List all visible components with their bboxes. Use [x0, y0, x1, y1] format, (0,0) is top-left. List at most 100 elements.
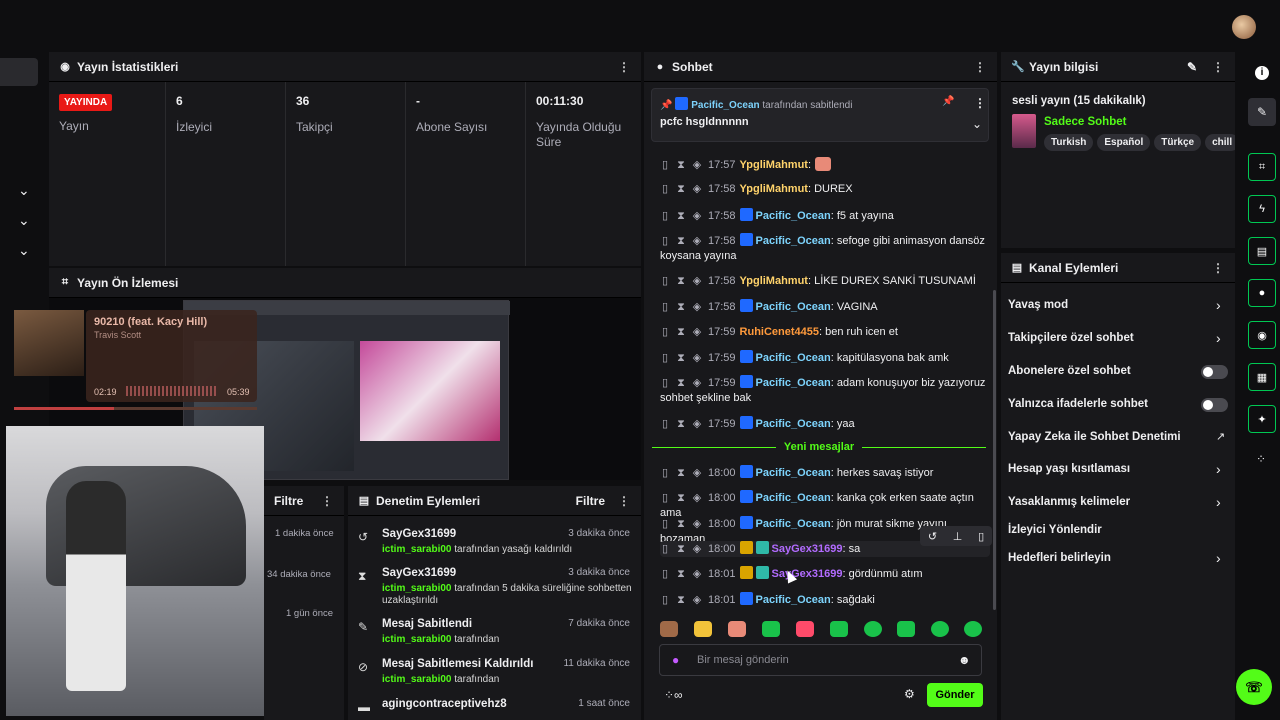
chat-message[interactable]: ▯ ⧗ ◈ 18:01 SayGex31699: gördünmü atım	[660, 566, 990, 582]
trash-icon[interactable]: ▯	[660, 417, 670, 432]
emote-icon[interactable]	[830, 621, 848, 637]
shield-icon[interactable]: ◈	[692, 300, 702, 315]
user-avatar[interactable]	[1232, 15, 1256, 39]
category-link[interactable]: Sadece Sohbet	[1044, 116, 1126, 128]
message-username[interactable]: Pacific_Ocean	[756, 377, 831, 389]
trash-icon[interactable]: ▯	[660, 351, 670, 366]
shield-icon[interactable]: ◈	[692, 376, 702, 391]
shield-icon[interactable]: ◈	[692, 351, 702, 366]
message-username[interactable]: Pacific_Ocean	[756, 518, 831, 530]
message-username[interactable]: Pacific_Ocean	[756, 594, 831, 606]
shield-icon[interactable]: ◈	[692, 209, 702, 224]
chat-message[interactable]: ▯ ⧗ ◈ 17:59 RuhiCenet4455: ben ruh icen et	[660, 325, 990, 340]
chat-scrollbar[interactable]	[993, 290, 996, 610]
undo-icon[interactable]: ↺	[928, 530, 937, 543]
chevron-right-icon[interactable]: ›	[1216, 330, 1221, 346]
tag[interactable]: Türkçe	[1154, 134, 1202, 151]
tag[interactable]: chill	[1205, 134, 1235, 151]
trash-icon[interactable]: ▯	[660, 300, 670, 315]
chat-message[interactable]: ▯ ⧗ ◈ 17:58 YpgliMahmut: LİKE DUREX SANKİ TU…	[660, 274, 990, 289]
shield-icon[interactable]: ◈	[692, 234, 702, 249]
emote-icon[interactable]	[660, 621, 678, 637]
mod-actor[interactable]: ictim_sarabi00	[382, 674, 452, 685]
sidebar-stub[interactable]	[0, 58, 38, 86]
trash-icon[interactable]: ▯	[660, 274, 670, 289]
broadcast-icon[interactable]: ◉	[1248, 321, 1276, 349]
pin-icon[interactable]: 📌	[942, 96, 954, 107]
message-username[interactable]: Pacific_Ocean	[756, 210, 831, 222]
timeout-icon[interactable]: ⧗	[676, 182, 686, 197]
trash-icon[interactable]: ▯	[660, 567, 670, 582]
timeout-icon[interactable]: ⧗	[676, 466, 686, 481]
message-username[interactable]: Pacific_Ocean	[756, 492, 831, 504]
timeout-icon[interactable]: ⧗	[676, 351, 686, 366]
mod-item[interactable]: ↺ SayGex31699 3 dakika önce ictim_sarabi…	[358, 528, 638, 564]
timeout-icon[interactable]: ⧗	[676, 593, 686, 608]
trash-icon[interactable]: ▯	[660, 491, 670, 506]
trash-icon[interactable]: ▯	[660, 158, 670, 173]
external-link-icon[interactable]: ↗	[1216, 430, 1225, 443]
shield-icon[interactable]: ◈	[692, 182, 702, 197]
mod-actor[interactable]: ictim_sarabi00	[382, 583, 452, 594]
timeout-icon[interactable]: ⧗	[676, 417, 686, 432]
chat-message[interactable]: ▯ ⧗ ◈ 17:58 Pacific_Ocean: f5 at yayına	[660, 208, 990, 224]
message-username[interactable]: Pacific_Ocean	[756, 301, 831, 313]
list-icon[interactable]: ▤	[1248, 237, 1276, 265]
trash-icon[interactable]: ▯	[660, 234, 670, 249]
timeout-icon[interactable]: ⧗	[676, 376, 686, 391]
timeout-icon[interactable]: ⧗	[676, 158, 686, 173]
timeout-icon[interactable]: ⧗	[676, 567, 686, 582]
emotes-only-toggle[interactable]	[1201, 398, 1228, 412]
chat-message[interactable]: ▯ ⧗ ◈ 17:59 Pacific_Ocean: adam konuşuyor bi…	[660, 375, 990, 406]
message-username[interactable]: YpgliMahmut	[740, 275, 808, 287]
send-button[interactable]: Gönder	[927, 683, 983, 707]
emote-icon[interactable]	[864, 621, 882, 637]
edit-icon[interactable]: ✎	[1248, 98, 1276, 126]
chat-message[interactable]: ▯ ⧗ ◈ 17:58 YpgliMahmut: DUREX	[660, 182, 990, 197]
scene-icon[interactable]: ▦	[1248, 363, 1276, 391]
timeout-icon[interactable]: ⧗	[676, 325, 686, 340]
chat-message[interactable]: ▯ ⧗ ◈ 17:59 Pacific_Ocean: kapitülasyona bak…	[660, 350, 990, 366]
tag[interactable]: Español	[1097, 134, 1151, 151]
trash-icon[interactable]: ▯	[660, 542, 670, 557]
emote-icon[interactable]	[728, 621, 746, 637]
pinned-message[interactable]: 📌 Pacific_Ocean tarafından sabitlendi pc…	[651, 88, 989, 142]
timeout-icon[interactable]: ⧗	[676, 209, 686, 224]
chevron-down-icon[interactable]: ⌄	[18, 242, 30, 259]
pinned-by-user[interactable]: Pacific_Ocean	[691, 100, 759, 111]
shield-icon[interactable]: ◈	[692, 517, 702, 532]
chevron-right-icon[interactable]: ›	[1216, 461, 1221, 477]
shield-icon[interactable]: ◈	[692, 274, 702, 289]
microphone-icon[interactable]: ●	[672, 653, 679, 667]
trash-icon[interactable]: ▯	[660, 209, 670, 224]
shield-icon[interactable]: ◈	[692, 491, 702, 506]
channel-action-goals[interactable]: Hedefleri belirleyin	[1008, 552, 1111, 564]
filter-button[interactable]: Filtre	[274, 494, 320, 508]
message-username[interactable]: Pacific_Ocean	[756, 467, 831, 479]
timeout-icon[interactable]: ⧗	[676, 274, 686, 289]
shield-icon[interactable]: ◈	[692, 593, 702, 608]
trash-icon[interactable]: ▯	[660, 593, 670, 608]
camera-icon[interactable]: ⌗	[1248, 153, 1276, 181]
chat-input-box[interactable]: ● Bir mesaj gönderin ☻	[659, 644, 982, 676]
trash-icon[interactable]: ▯	[660, 517, 670, 532]
chat-icon[interactable]: ●	[1248, 279, 1276, 307]
pin-icon[interactable]: ⊥	[953, 530, 963, 543]
shield-icon[interactable]: ◈	[692, 542, 702, 557]
trash-icon[interactable]: ▯	[660, 466, 670, 481]
trash-icon[interactable]: ▯	[660, 325, 670, 340]
mod-actor[interactable]: ictim_sarabi00	[382, 544, 452, 555]
channel-action-account-age[interactable]: Hesap yaşı kısıtlaması	[1008, 463, 1130, 475]
timeout-icon[interactable]: ⧗	[676, 300, 686, 315]
shield-icon[interactable]: ◈	[692, 567, 702, 582]
chat-message[interactable]: ▯ ⧗ ◈ 17:57 YpgliMahmut:	[660, 157, 990, 173]
chat-input[interactable]: Bir mesaj gönderin	[697, 654, 789, 666]
message-username[interactable]: YpgliMahmut	[740, 183, 808, 195]
mod-item[interactable]: ✎ Mesaj Sabitlendi 7 dakika önce ictim_s…	[358, 618, 638, 654]
channel-action-followers-only[interactable]: Takipçilere özel sohbet	[1008, 332, 1134, 344]
trash-icon[interactable]: ▯	[660, 182, 670, 197]
chevron-down-icon[interactable]: ⌄	[18, 182, 30, 199]
more-icon[interactable]: ⋮	[320, 494, 334, 508]
channel-action-banned-words[interactable]: Yasaklanmış kelimeler	[1008, 496, 1130, 508]
emoji-icon[interactable]: ☻	[958, 653, 971, 667]
